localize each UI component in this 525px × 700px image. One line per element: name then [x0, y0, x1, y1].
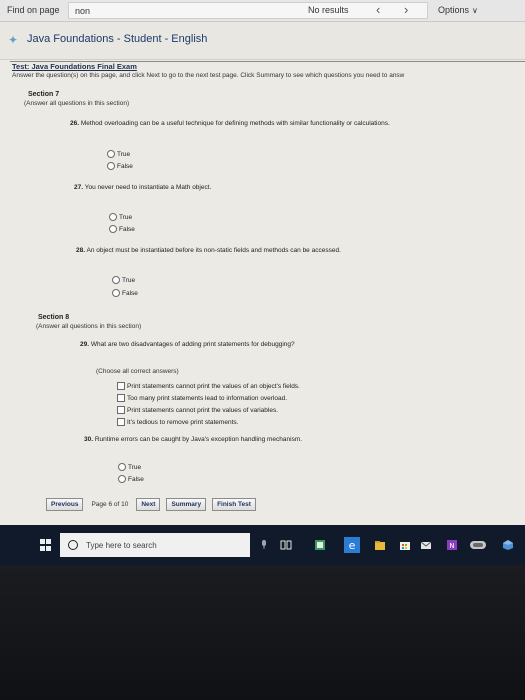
- media-app-icon[interactable]: [470, 539, 486, 551]
- q30-option-true[interactable]: True: [118, 463, 141, 471]
- next-button[interactable]: Next: [136, 498, 161, 511]
- windows-taskbar: Type here to search e N: [0, 525, 525, 565]
- onenote-icon[interactable]: N: [446, 539, 458, 551]
- 3d-app-icon[interactable]: [502, 539, 514, 551]
- radio-button[interactable]: [112, 289, 120, 297]
- checkbox[interactable]: [117, 418, 125, 426]
- screen: Find on page non No results ‹ › Options ∨…: [0, 0, 525, 565]
- option-label: False: [119, 225, 135, 233]
- question-text: Method overloading can be a useful techn…: [80, 120, 390, 127]
- q26-option-true[interactable]: True: [107, 150, 130, 158]
- test-name: Test: Java Foundations Final Exam: [12, 62, 137, 71]
- app-icon-green[interactable]: [314, 539, 326, 551]
- q26-option-false[interactable]: False: [107, 162, 133, 170]
- edge-browser-icon[interactable]: e: [344, 537, 360, 553]
- q29-option-1[interactable]: Print statements cannot print the values…: [117, 382, 300, 390]
- find-previous-icon[interactable]: ‹: [376, 2, 380, 17]
- app-title-bar: ✦ Java Foundations - Student - English: [0, 22, 525, 60]
- q27-option-true[interactable]: True: [109, 213, 132, 221]
- q29-option-2[interactable]: Too many print statements lead to inform…: [117, 394, 287, 402]
- radio-button[interactable]: [109, 213, 117, 221]
- page-indicator: Page 6 of 10: [91, 501, 129, 508]
- option-label: False: [122, 289, 138, 297]
- q29-option-4[interactable]: It's tedious to remove print statements.: [117, 418, 238, 426]
- question-27: 27. You never need to instantiate a Math…: [74, 184, 211, 191]
- radio-button[interactable]: [109, 225, 117, 233]
- option-label: Too many print statements lead to inform…: [127, 394, 288, 402]
- windows-start-icon[interactable]: [40, 539, 52, 551]
- question-text: Runtime errors can be caught by Java's e…: [94, 436, 303, 443]
- question-28: 28. An object must be instantiated befor…: [76, 247, 341, 254]
- test-header: Test: Java Foundations Final Exam Answer…: [10, 60, 525, 79]
- radio-button[interactable]: [107, 150, 115, 158]
- section-7-title: Section 7: [28, 91, 60, 98]
- q30-option-false[interactable]: False: [118, 475, 144, 483]
- question-number: 27.: [74, 184, 84, 191]
- taskbar-search-box[interactable]: Type here to search: [60, 533, 250, 557]
- find-options-button[interactable]: Options ∨: [438, 5, 478, 15]
- find-options-label: Options: [438, 5, 470, 15]
- find-results: No results: [308, 5, 349, 15]
- q28-option-true[interactable]: True: [112, 276, 135, 284]
- option-label: Print statements cannot print the values…: [127, 406, 279, 414]
- section-8-subtitle: (Answer all questions in this section): [36, 323, 142, 330]
- checkbox[interactable]: [117, 382, 125, 390]
- option-label: True: [119, 213, 133, 221]
- question-number: 29.: [80, 341, 90, 348]
- question-text: An object must be instantiated before it…: [86, 247, 341, 254]
- option-label: True: [122, 276, 136, 284]
- previous-button[interactable]: Previous: [46, 498, 84, 511]
- question-29: 29. What are two disadvantages of adding…: [80, 341, 295, 348]
- test-navigation: Previous Page 6 of 10 Next Summary Finis…: [46, 498, 256, 511]
- question-26: 26. Method overloading can be a useful t…: [70, 120, 390, 127]
- radio-button[interactable]: [118, 463, 126, 471]
- find-bar: Find on page non No results ‹ › Options ∨: [0, 0, 525, 22]
- checkbox[interactable]: [117, 394, 125, 402]
- find-label: Find on page: [7, 5, 60, 15]
- question-number: 30.: [84, 436, 94, 443]
- q27-option-false[interactable]: False: [109, 225, 135, 233]
- option-label: It's tedious to remove print statements.: [127, 418, 239, 426]
- chevron-down-icon: ∨: [472, 6, 478, 15]
- find-input[interactable]: non: [68, 2, 428, 19]
- question-30: 30. Runtime errors can be caught by Java…: [84, 436, 302, 443]
- checkbox[interactable]: [117, 406, 125, 414]
- summary-button[interactable]: Summary: [166, 498, 207, 511]
- option-label: Print statements cannot print the values…: [127, 382, 300, 390]
- mail-icon[interactable]: [420, 539, 432, 551]
- option-label: True: [117, 150, 131, 158]
- question-text: You never need to instantiate a Math obj…: [84, 184, 212, 191]
- microphone-icon[interactable]: [258, 539, 270, 551]
- radio-button[interactable]: [112, 276, 120, 284]
- radio-button[interactable]: [118, 475, 126, 483]
- option-label: True: [128, 463, 142, 471]
- cortana-icon: [68, 540, 78, 550]
- test-instructions: Answer the question(s) on this page, and…: [12, 72, 405, 79]
- option-label: False: [117, 162, 133, 170]
- app-title: Java Foundations - Student - English: [27, 33, 208, 45]
- app-logo-icon: ✦: [8, 33, 19, 47]
- option-label: False: [128, 475, 144, 483]
- svg-text:N: N: [449, 542, 454, 550]
- laptop-bezel: [0, 565, 525, 700]
- question-number: 26.: [70, 120, 80, 127]
- taskbar-search-placeholder: Type here to search: [86, 540, 157, 550]
- file-explorer-icon[interactable]: [374, 539, 386, 551]
- question-number: 28.: [76, 247, 86, 254]
- finish-test-button[interactable]: Finish Test: [212, 498, 256, 511]
- radio-button[interactable]: [107, 162, 115, 170]
- q28-option-false[interactable]: False: [112, 289, 138, 297]
- section-7-subtitle: (Answer all questions in this section): [24, 100, 130, 107]
- task-view-icon[interactable]: [280, 539, 292, 551]
- store-icon[interactable]: [399, 539, 411, 551]
- section-8-title: Section 8: [38, 314, 70, 321]
- find-next-icon[interactable]: ›: [404, 2, 408, 17]
- svg-text:e: e: [349, 539, 356, 552]
- q29-option-3[interactable]: Print statements cannot print the values…: [117, 406, 278, 414]
- question-text: What are two disadvantages of adding pri…: [90, 341, 295, 348]
- choose-all-note: (Choose all correct answers): [96, 368, 179, 375]
